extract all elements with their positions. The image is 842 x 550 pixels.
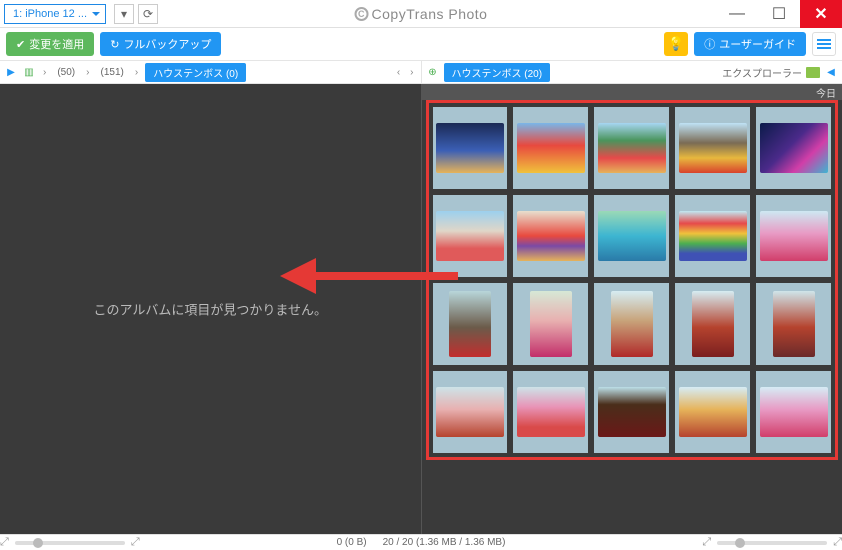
photo-placeholder (449, 291, 491, 357)
refresh-button[interactable]: ⟳ (138, 4, 158, 24)
crumb-right: ⊕ ハウステンボス (20) エクスプローラー ◀ (421, 61, 842, 83)
thumbnail[interactable] (433, 283, 508, 365)
device-root-icon[interactable]: ▥ (22, 65, 36, 79)
close-button[interactable]: ✕ (800, 0, 842, 28)
thumbnail[interactable] (675, 371, 750, 453)
breadcrumb-bar: ▶ ▥ › (50) › (151) › ハウステンボス (0) ‹ › ⊕ ハ… (0, 60, 842, 84)
info-icon: ⓘ (704, 36, 715, 52)
photo-placeholder (598, 211, 666, 261)
photo-placeholder (679, 387, 747, 437)
thumbnail[interactable] (594, 107, 669, 189)
status-left: 0 (0 B) (337, 537, 367, 548)
count-1: (50) (53, 67, 79, 78)
photo-placeholder (436, 211, 504, 261)
fullscreen-right-icon[interactable]: ⤢ (702, 536, 711, 549)
thumbnail[interactable] (594, 371, 669, 453)
explorer-label: エクスプローラー (722, 65, 802, 80)
chevron-right-icon[interactable]: › (40, 67, 49, 78)
empty-album-message: このアルバムに項目が見つかりません。 (94, 300, 327, 319)
thumbnail[interactable] (756, 283, 831, 365)
thumbnail[interactable] (513, 195, 588, 277)
thumbnail[interactable] (756, 371, 831, 453)
photo-placeholder (530, 291, 572, 357)
thumbnail[interactable] (675, 195, 750, 277)
thumbnail[interactable] (433, 107, 508, 189)
app-title: C CopyTrans Photo (355, 6, 488, 22)
album-tag-right[interactable]: ハウステンボス (20) (444, 63, 551, 82)
content: このアルバムに項目が見つかりません。 今日 (0, 84, 842, 534)
add-icon[interactable]: ⊕ (426, 65, 440, 79)
hamburger-icon (817, 39, 831, 49)
menu-button[interactable] (812, 32, 836, 56)
statusbar: ⤢ ⤢ 0 (0 B) 20 / 20 (1.36 MB / 1.36 MB) … (0, 534, 842, 550)
photo-placeholder (436, 387, 504, 437)
thumbnail[interactable] (433, 195, 508, 277)
collapse-right-icon[interactable]: ◀ (824, 65, 838, 79)
hint-button[interactable]: 💡 (664, 32, 688, 56)
date-header: 今日 (422, 84, 842, 100)
folder-icon[interactable] (806, 67, 820, 78)
collapse-left-icon[interactable]: ▶ (4, 65, 18, 79)
photo-placeholder (611, 291, 653, 357)
status-right: 20 / 20 (1.36 MB / 1.36 MB) (383, 537, 506, 548)
thumbnail[interactable] (675, 107, 750, 189)
right-pane: 今日 (421, 84, 842, 534)
photo-placeholder (598, 123, 666, 173)
titlebar: 1: iPhone 12 ... ▾ ⟳ C CopyTrans Photo —… (0, 0, 842, 28)
photo-placeholder (692, 291, 734, 357)
photo-placeholder (517, 211, 585, 261)
pin-button[interactable]: ▾ (114, 4, 134, 24)
thumbnail[interactable] (433, 371, 508, 453)
backup-label: フルバックアップ (123, 36, 211, 52)
thumbnail[interactable] (756, 195, 831, 277)
app-logo-icon: C (355, 7, 369, 21)
bulb-icon: 💡 (668, 36, 685, 52)
crumb-left: ▶ ▥ › (50) › (151) › ハウステンボス (0) ‹ › (0, 61, 421, 83)
photo-placeholder (517, 123, 585, 173)
photo-placeholder (517, 387, 585, 437)
fullscreen-left-icon[interactable]: ⤢ (0, 536, 9, 549)
guide-label: ユーザーガイド (719, 36, 796, 52)
album-tag-left[interactable]: ハウステンボス (0) (145, 63, 246, 82)
device-selector[interactable]: 1: iPhone 12 ... (4, 4, 106, 24)
chevron-right-icon[interactable]: › (83, 67, 92, 78)
maximize-button[interactable]: ☐ (758, 0, 800, 28)
zoom-slider-right[interactable] (717, 541, 827, 545)
photo-placeholder (760, 211, 828, 261)
left-pane: このアルバムに項目が見つかりません。 (0, 84, 421, 534)
photo-placeholder (679, 211, 747, 261)
photo-placeholder (760, 123, 828, 173)
photo-placeholder (760, 387, 828, 437)
thumbnail-grid (426, 100, 839, 460)
thumbnail[interactable] (675, 283, 750, 365)
photo-placeholder (773, 291, 815, 357)
photo-placeholder (598, 387, 666, 437)
photo-placeholder (436, 123, 504, 173)
check-icon: ✔ (16, 38, 25, 51)
thumbnail[interactable] (513, 107, 588, 189)
toolbar: ✔ 変更を適用 ↻ フルバックアップ 💡 ⓘ ユーザーガイド (0, 28, 842, 60)
apply-label: 変更を適用 (29, 36, 84, 52)
count-2: (151) (96, 67, 127, 78)
minimize-button[interactable]: — (716, 0, 758, 28)
user-guide-button[interactable]: ⓘ ユーザーガイド (694, 32, 806, 56)
photo-placeholder (679, 123, 747, 173)
chevron-right-icon[interactable]: › (132, 67, 141, 78)
thumbnail[interactable] (594, 283, 669, 365)
zoom-slider-left[interactable] (15, 541, 125, 545)
thumbnail[interactable] (594, 195, 669, 277)
thumbnail[interactable] (513, 283, 588, 365)
window-controls: — ☐ ✕ (716, 0, 842, 28)
full-backup-button[interactable]: ↻ フルバックアップ (100, 32, 221, 56)
fullscreen-right2-icon[interactable]: ⤢ (833, 536, 842, 549)
app-title-text: CopyTrans Photo (372, 6, 488, 22)
thumbnail[interactable] (513, 371, 588, 453)
nav-back-icon[interactable]: ‹ (394, 67, 403, 78)
refresh-icon: ↻ (110, 38, 119, 51)
nav-fwd-icon[interactable]: › (407, 67, 416, 78)
apply-changes-button[interactable]: ✔ 変更を適用 (6, 32, 94, 56)
thumbnail[interactable] (756, 107, 831, 189)
fullscreen-left2-icon[interactable]: ⤢ (131, 536, 140, 549)
